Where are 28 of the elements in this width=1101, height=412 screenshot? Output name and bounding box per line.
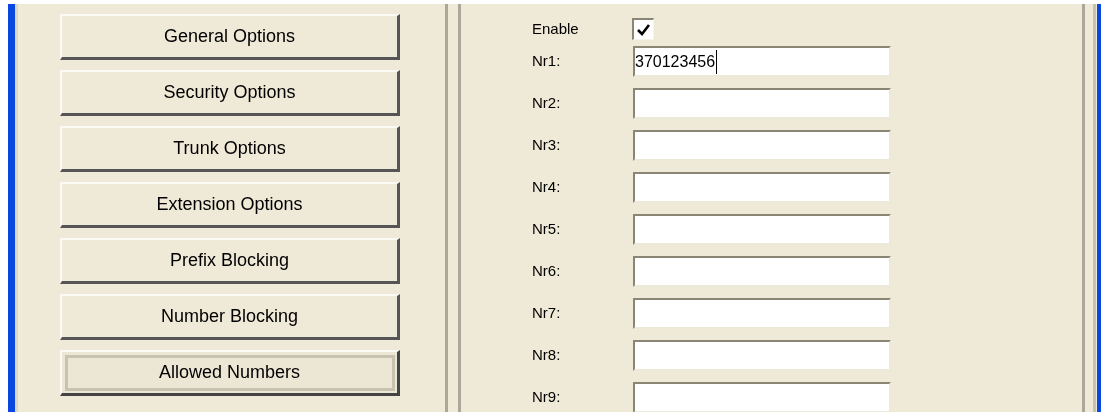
- menu-button[interactable]: Security Options: [60, 70, 400, 116]
- menu-button[interactable]: General Options: [60, 14, 400, 60]
- number-label: Nr5:: [532, 219, 562, 240]
- enable-checkbox[interactable]: [632, 18, 654, 41]
- menu-button[interactable]: Allowed Numbers: [60, 350, 400, 396]
- number-field[interactable]: [633, 172, 891, 203]
- number-field[interactable]: [633, 214, 891, 245]
- number-field[interactable]: [633, 256, 891, 287]
- number-field[interactable]: [633, 88, 891, 119]
- number-field[interactable]: [633, 382, 891, 412]
- number-field[interactable]: [633, 298, 891, 329]
- check-icon: [637, 23, 650, 36]
- number-label: Nr7:: [532, 303, 562, 324]
- menu-button[interactable]: Extension Options: [60, 182, 400, 228]
- number-label: Nr2:: [532, 93, 562, 114]
- number-field[interactable]: [633, 130, 891, 161]
- enable-label: Enable: [532, 19, 580, 39]
- number-label: Nr4:: [532, 177, 562, 198]
- number-label: Nr9:: [532, 387, 562, 408]
- number-field[interactable]: [633, 340, 891, 371]
- number-label: Nr6:: [532, 261, 562, 282]
- menu-button[interactable]: Trunk Options: [60, 126, 400, 172]
- number-field[interactable]: 370123456: [633, 46, 891, 77]
- number-label: Nr3:: [532, 135, 562, 156]
- menu-button[interactable]: Prefix Blocking: [60, 238, 400, 284]
- number-label: Nr8:: [532, 345, 562, 366]
- menu-button[interactable]: Number Blocking: [60, 294, 400, 340]
- number-label: Nr1:: [532, 51, 562, 72]
